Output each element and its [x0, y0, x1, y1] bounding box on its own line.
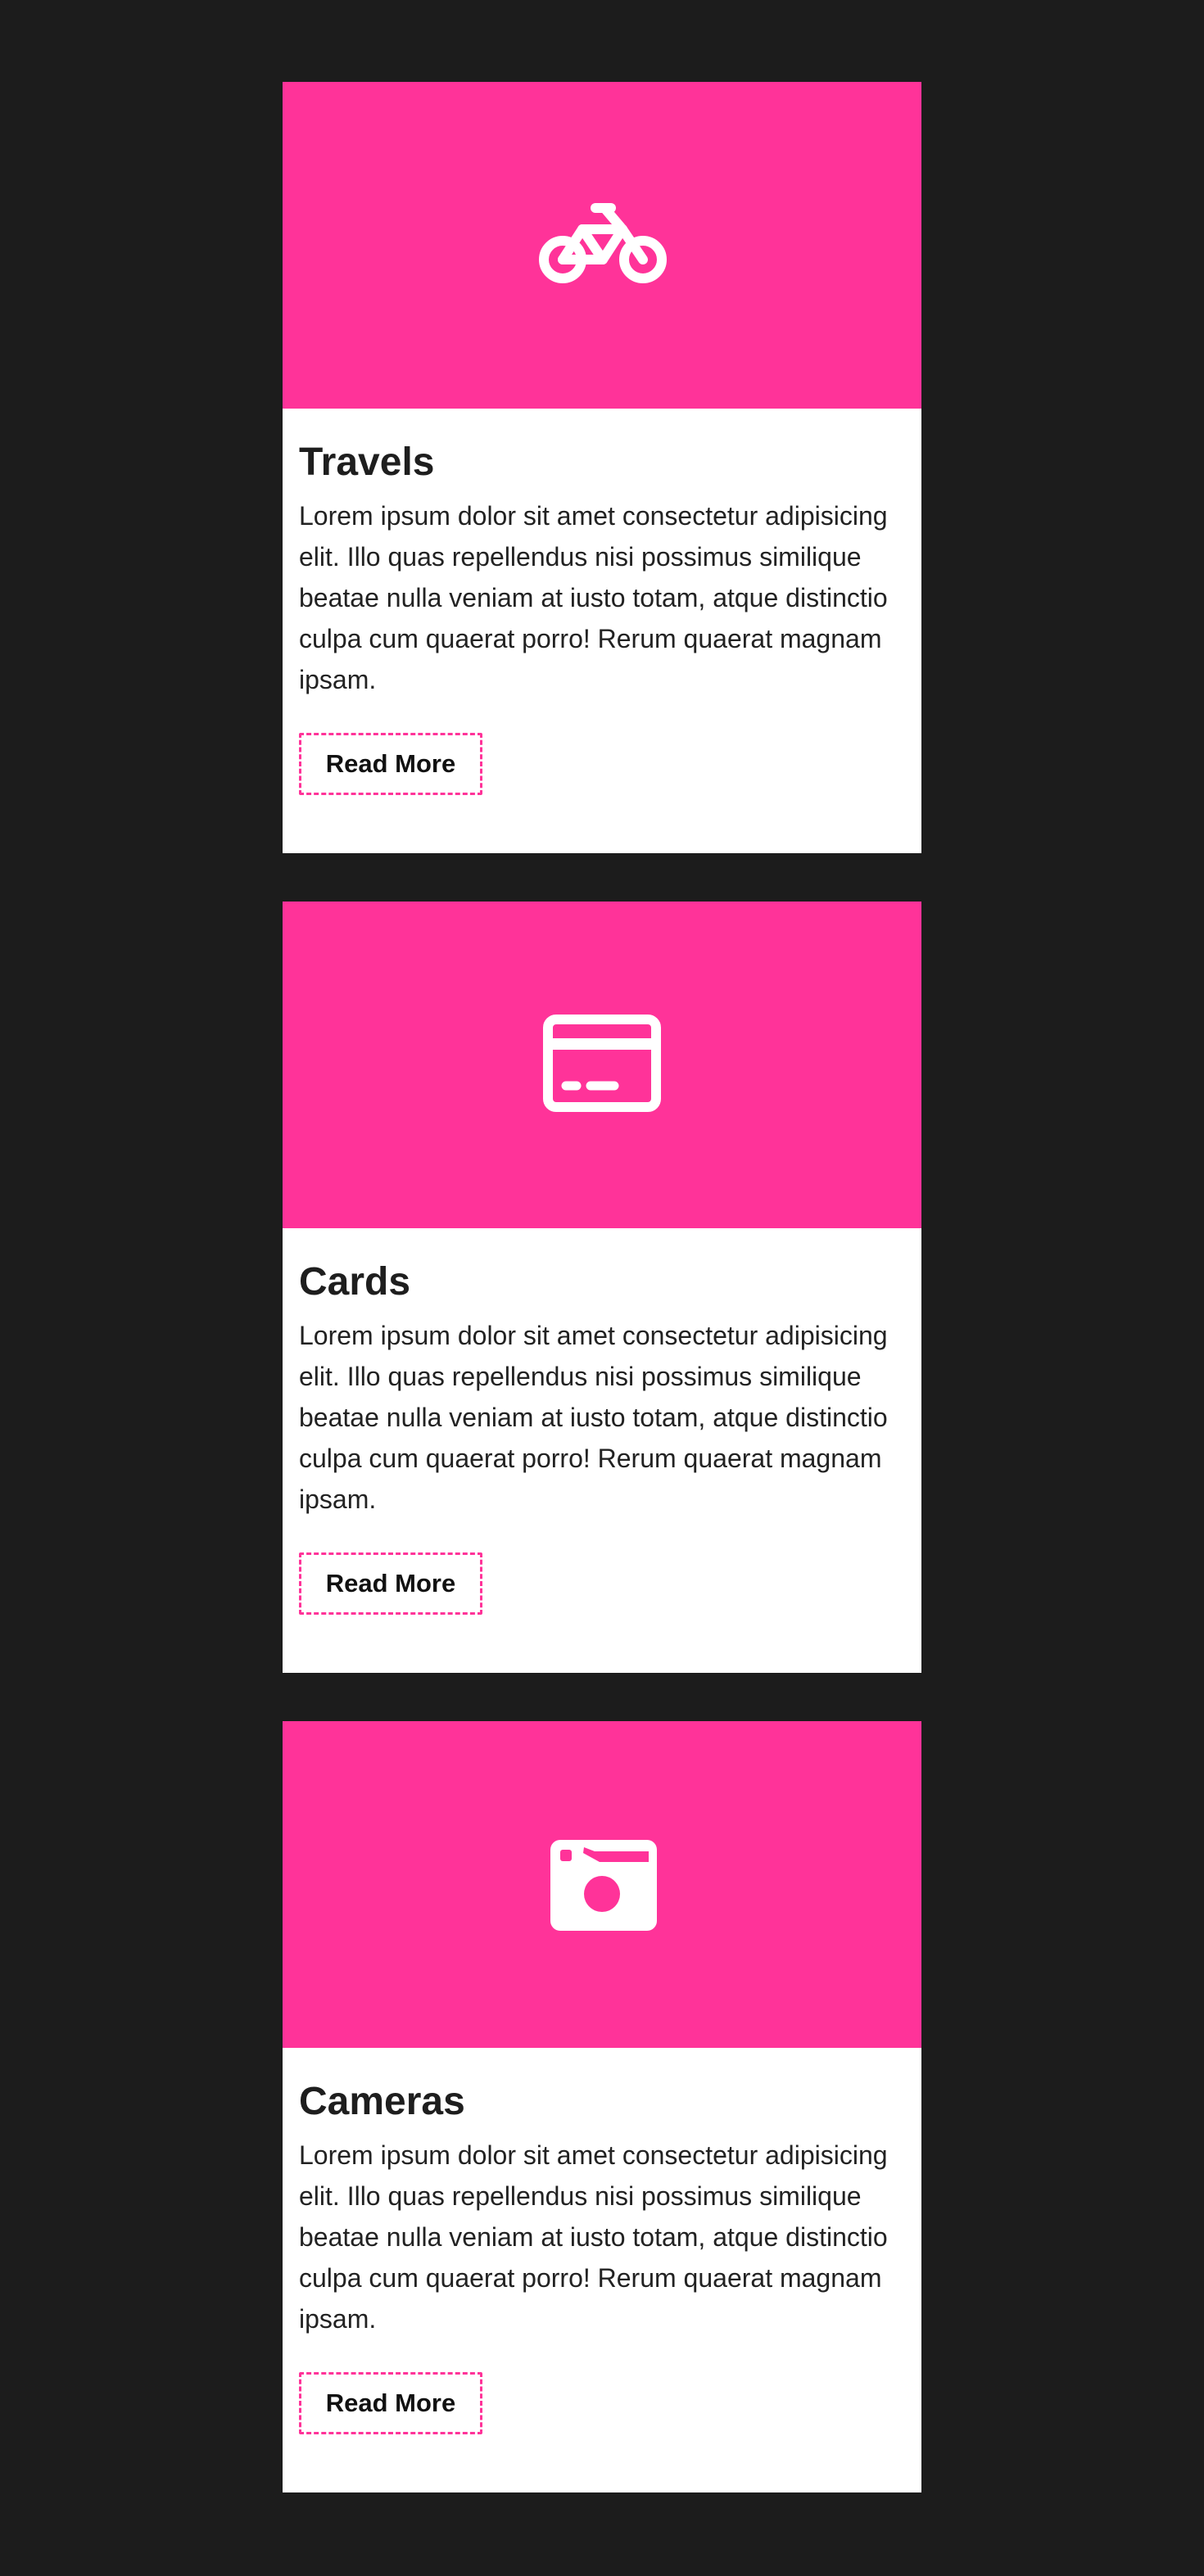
card-list: Travels Lorem ipsum dolor sit amet conse…	[0, 0, 1204, 2576]
card-media	[283, 902, 921, 1228]
bicycle-icon	[532, 175, 672, 316]
read-more-button[interactable]: Read More	[299, 1552, 482, 1615]
card-description: Lorem ipsum dolor sit amet consectetur a…	[299, 1321, 888, 1514]
read-more-button[interactable]: Read More	[299, 2372, 482, 2434]
card-cards: Cards Lorem ipsum dolor sit amet consect…	[283, 902, 921, 1673]
read-more-button[interactable]: Read More	[299, 733, 482, 795]
card-description: Lorem ipsum dolor sit amet consectetur a…	[299, 501, 888, 694]
card-cameras: Cameras Lorem ipsum dolor sit amet conse…	[283, 1721, 921, 2492]
card-body: Travels Lorem ipsum dolor sit amet conse…	[283, 409, 921, 795]
card-title: Cards	[299, 1260, 411, 1304]
card-title: Travels	[299, 441, 435, 484]
card-media	[283, 82, 921, 409]
card-body: Cards Lorem ipsum dolor sit amet consect…	[283, 1228, 921, 1615]
card-travels: Travels Lorem ipsum dolor sit amet conse…	[283, 82, 921, 853]
card-media	[283, 1721, 921, 2048]
card-description: Lorem ipsum dolor sit amet consectetur a…	[299, 2140, 888, 2334]
camera-icon	[532, 1814, 672, 1955]
card-title: Cameras	[299, 2080, 465, 2123]
credit-card-icon	[532, 995, 672, 1136]
card-body: Cameras Lorem ipsum dolor sit amet conse…	[283, 2048, 921, 2434]
